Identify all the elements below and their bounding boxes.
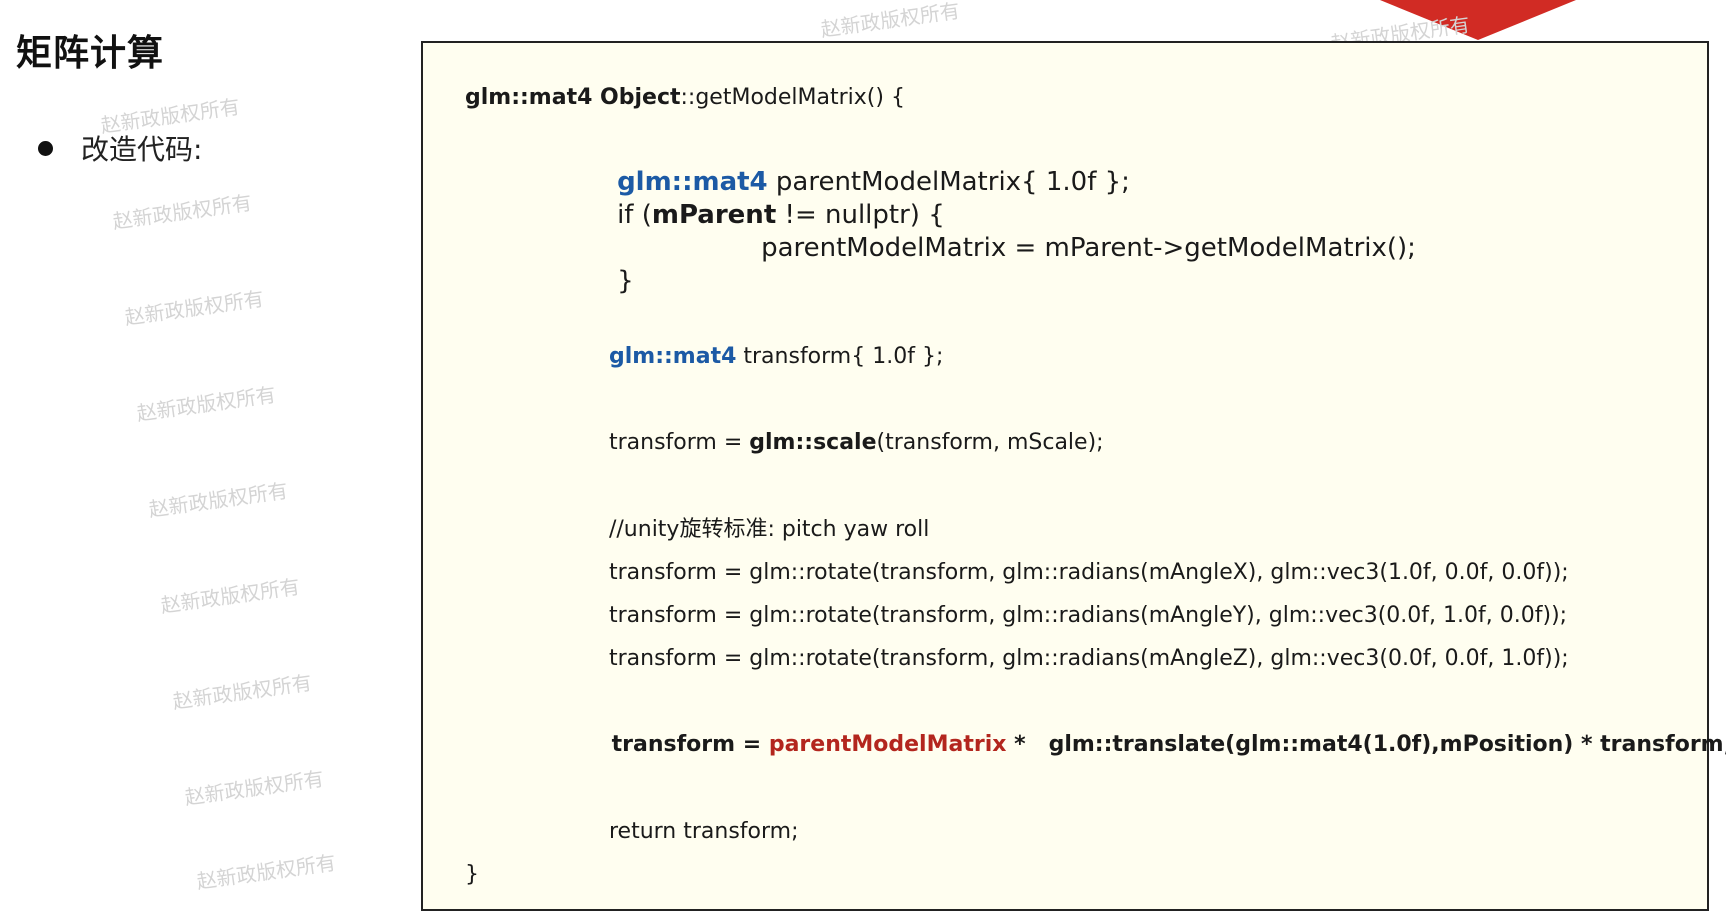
code-token: transform = glm::rotate(transform, glm::… xyxy=(608,560,1569,585)
code-line: parentModelMatrix = mParent->getModelMat… xyxy=(728,209,1416,287)
code-line: transform = glm::scale(transform, mScale… xyxy=(581,410,1104,476)
code-line: } xyxy=(584,242,634,320)
code-token: parentModelMatrix xyxy=(768,732,1007,757)
code-token: glm::mat4 xyxy=(608,344,737,369)
code-line: transform = parentModelMatrix * glm::tra… xyxy=(581,712,1726,778)
code-token: (transform, mScale); xyxy=(876,430,1104,455)
code-token: transform = glm::rotate(transform, glm::… xyxy=(608,646,1569,671)
code-token: transform = xyxy=(611,732,769,757)
watermark: 赵新政版权所有 xyxy=(171,670,314,714)
code-token: transform = glm::rotate(transform, glm::… xyxy=(608,603,1568,628)
decorative-red-shape xyxy=(1380,0,1576,40)
code-block: glm::mat4 Object::getModelMatrix() { glm… xyxy=(421,41,1726,911)
code-line: glm::mat4 Object::getModelMatrix() { xyxy=(437,65,905,131)
watermark: 赵新政版权所有 xyxy=(183,766,326,810)
code-line: } xyxy=(437,842,479,908)
watermark: 赵新政版权所有 xyxy=(111,190,254,234)
code-token: * glm::translate(glm::mat4(1.0f),mPositi… xyxy=(1006,732,1726,757)
watermark: 赵新政版权所有 xyxy=(147,478,290,522)
slide-title: 矩阵计算 xyxy=(16,33,165,74)
code-token: } xyxy=(464,862,479,887)
code-token: glm::scale xyxy=(749,430,877,455)
code-token: return transform; xyxy=(608,819,799,844)
bullet-item: 改造代码: xyxy=(38,128,202,168)
watermark: 赵新政版权所有 xyxy=(159,574,302,618)
watermark: 赵新政版权所有 xyxy=(819,0,962,42)
code-comment: //unity旋转标准: pitch yaw roll xyxy=(608,517,930,542)
code-line: return transform; xyxy=(581,799,799,865)
code-token: } xyxy=(617,266,634,296)
code-token: transform = xyxy=(608,430,750,455)
code-token: if ( xyxy=(617,200,652,230)
code-token: ::getModelMatrix() { xyxy=(680,85,905,110)
bullet-text: 改造代码: xyxy=(81,133,203,166)
code-token: transform{ 1.0f }; xyxy=(736,344,944,369)
code-token: parentModelMatrix = mParent->getModelMat… xyxy=(761,233,1416,263)
watermark: 赵新政版权所有 xyxy=(123,286,266,330)
watermark: 赵新政版权所有 xyxy=(195,850,338,894)
watermark: 赵新政版权所有 xyxy=(135,382,278,426)
code-line: transform = glm::rotate(transform, glm::… xyxy=(581,626,1569,692)
code-line: glm::mat4 transform{ 1.0f }; xyxy=(581,324,943,390)
bullet-dot-icon xyxy=(38,140,53,156)
code-token: glm::mat4 Object xyxy=(464,85,681,110)
